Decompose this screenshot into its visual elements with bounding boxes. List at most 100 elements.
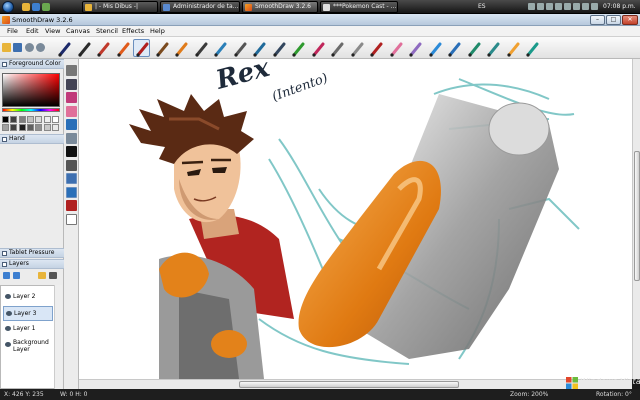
palette-knife-icon[interactable]: [484, 39, 501, 57]
task-mis-dibus[interactable]: | - Mis Dibus -|: [82, 1, 158, 13]
layer-item[interactable]: Layer 1: [3, 322, 53, 337]
tool-options-header[interactable]: Hand: [0, 134, 64, 144]
glitter-icon[interactable]: [523, 39, 540, 57]
minimize-button[interactable]: –: [590, 15, 605, 25]
tray-messenger-icon[interactable]: [582, 3, 589, 10]
color-picker-icon[interactable]: [66, 159, 77, 171]
flat-brush-icon[interactable]: [231, 39, 248, 57]
eraser-icon[interactable]: [66, 105, 77, 117]
save-icon[interactable]: [13, 43, 22, 52]
visibility-icon[interactable]: [5, 294, 11, 299]
hand-icon[interactable]: [66, 173, 77, 184]
tray-speaker-icon[interactable]: [555, 3, 562, 10]
tray-shield-icon[interactable]: [537, 3, 544, 10]
crayon-icon[interactable]: [114, 39, 131, 57]
color-swatch[interactable]: [43, 124, 51, 131]
color-swatch[interactable]: [26, 124, 34, 131]
open-icon[interactable]: [2, 43, 11, 52]
color-swatch[interactable]: [43, 116, 51, 123]
color-swatch[interactable]: [35, 124, 43, 131]
color-picker-field[interactable]: [2, 73, 60, 107]
quicklaunch-ie-icon[interactable]: [32, 3, 40, 11]
window-titlebar[interactable]: SmoothDraw 3.2.6 – □ ✕: [0, 14, 640, 26]
text-icon[interactable]: [66, 146, 77, 157]
color-swatch[interactable]: [51, 124, 59, 131]
menu-help[interactable]: Help: [150, 26, 165, 37]
color-swatch[interactable]: [10, 124, 18, 131]
water-drop-icon[interactable]: [426, 39, 443, 57]
quicklaunch-desktop-icon[interactable]: [42, 3, 50, 11]
blender-icon[interactable]: [250, 39, 267, 57]
color-swatch[interactable]: [18, 116, 26, 123]
task-task-manager[interactable]: Administrador de ta...: [160, 1, 240, 13]
menu-file[interactable]: File: [7, 26, 18, 37]
task-pokemon-cast[interactable]: ***Pokemon Cast - ...: [320, 1, 398, 13]
redo-icon[interactable]: [36, 43, 45, 52]
move-icon[interactable]: [66, 78, 77, 90]
layer-down-icon[interactable]: [13, 272, 20, 279]
tablet-pressure-header[interactable]: Tablet Pressure: [0, 248, 64, 258]
menu-edit[interactable]: Edit: [26, 26, 39, 37]
flower-icon[interactable]: [309, 39, 326, 57]
menu-stencil[interactable]: Stencil: [96, 26, 118, 37]
undo-icon[interactable]: [25, 43, 34, 52]
sponge-icon[interactable]: [328, 39, 345, 57]
color-swatch[interactable]: [10, 116, 18, 123]
menu-view[interactable]: View: [45, 26, 60, 37]
collapse-icon[interactable]: [2, 262, 7, 267]
layer-menu-icon[interactable]: [49, 272, 57, 279]
tray-volume-icon[interactable]: [573, 3, 580, 10]
layer-item[interactable]: Layer 2: [3, 290, 53, 305]
smudge-icon[interactable]: [66, 132, 77, 144]
language-indicator[interactable]: ES: [478, 1, 486, 13]
tray-update-icon[interactable]: [546, 3, 553, 10]
pencil-icon[interactable]: [75, 39, 92, 57]
canvas-vertical-scrollbar[interactable]: [632, 59, 640, 379]
visibility-icon[interactable]: [6, 311, 12, 316]
marker-icon[interactable]: [94, 39, 111, 57]
collapse-icon[interactable]: [2, 62, 7, 67]
tray-security-icon[interactable]: [564, 3, 571, 10]
layer-item-selected[interactable]: Layer 3: [3, 306, 53, 321]
eraser-icon[interactable]: [387, 39, 404, 57]
menu-effects[interactable]: Effects: [122, 26, 144, 37]
layer-up-icon[interactable]: [3, 272, 10, 279]
rectangle-select-icon[interactable]: [66, 186, 77, 198]
foreground-color-header[interactable]: Foreground Color: [0, 59, 64, 69]
select-icon[interactable]: [66, 65, 77, 76]
task-smoothdraw[interactable]: SmoothDraw 3.2.6: [242, 1, 318, 13]
maximize-button[interactable]: □: [606, 15, 621, 25]
brush-icon[interactable]: [153, 39, 170, 57]
color-swatch[interactable]: [35, 116, 43, 123]
airbrush-icon[interactable]: [192, 39, 209, 57]
watercolor-icon[interactable]: [211, 39, 228, 57]
start-button[interactable]: [2, 1, 14, 13]
bucket-icon[interactable]: [445, 39, 462, 57]
horizontal-scroll-thumb[interactable]: [239, 381, 459, 388]
visibility-icon[interactable]: [5, 342, 11, 347]
collapse-icon[interactable]: [2, 251, 7, 256]
tray-battery-icon[interactable]: [591, 3, 598, 10]
drawing-canvas[interactable]: Rex (Intento): [79, 59, 632, 379]
leaf-icon[interactable]: [504, 39, 521, 57]
hue-slider[interactable]: [2, 108, 60, 112]
vertical-scroll-thumb[interactable]: [634, 151, 640, 281]
layers-header[interactable]: Layers: [0, 259, 64, 269]
art-pen-icon[interactable]: [172, 39, 189, 57]
layer-folder-icon[interactable]: [38, 272, 46, 279]
tube-icon[interactable]: [465, 39, 482, 57]
layers-scrollbar[interactable]: [54, 285, 62, 389]
pen-icon[interactable]: [55, 39, 72, 57]
color-swatch[interactable]: [18, 124, 26, 131]
bucket-icon[interactable]: [66, 119, 77, 130]
close-button[interactable]: ✕: [622, 15, 638, 25]
color-swatch[interactable]: [2, 116, 9, 123]
visibility-icon[interactable]: [5, 326, 11, 331]
layer-item[interactable]: Background Layer: [3, 338, 53, 354]
chalk-icon[interactable]: [133, 39, 150, 57]
eyedropper-icon[interactable]: [66, 92, 77, 103]
color-swatch[interactable]: [51, 116, 59, 123]
soft-eraser-icon[interactable]: [406, 39, 423, 57]
quicklaunch-folder-icon[interactable]: [22, 3, 30, 11]
smudge-icon[interactable]: [348, 39, 365, 57]
